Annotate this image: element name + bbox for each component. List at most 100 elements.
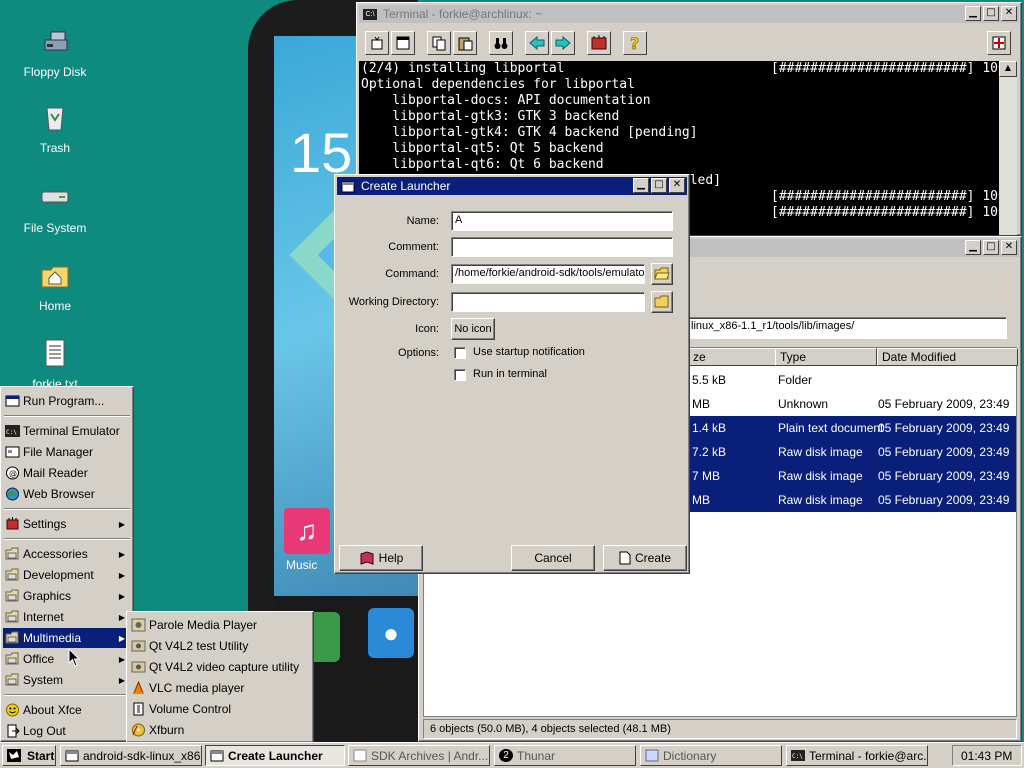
name-label: Name: xyxy=(406,215,439,227)
start-menu-item-mail-reader[interactable]: @ Mail Reader xyxy=(3,463,131,483)
desktop-icon-trash[interactable]: Trash xyxy=(10,102,100,155)
floppy-icon xyxy=(44,31,68,51)
terminal-scrollbar[interactable]: ▲ xyxy=(999,61,1017,235)
column-header-type[interactable]: Type xyxy=(775,348,877,366)
menu-item-label: Terminal Emulator xyxy=(23,424,120,438)
start-menu-item-log-out[interactable]: Log Out xyxy=(3,721,131,741)
music-app-label: Music xyxy=(286,558,318,572)
start-menu-item-web-browser[interactable]: Web Browser xyxy=(3,484,131,504)
cell-size: MB xyxy=(692,397,710,411)
svg-text:C:\: C:\ xyxy=(6,429,17,436)
maximize-button[interactable]: □ xyxy=(983,240,999,255)
start-menu-item-system[interactable]: System ▶ xyxy=(3,670,131,690)
start-menu-item-internet[interactable]: Internet ▶ xyxy=(3,607,131,627)
startup-notification-label[interactable]: Use startup notification xyxy=(473,346,585,358)
start-menu[interactable]: Run Program... C:\ Terminal Emulator File M… xyxy=(0,386,134,742)
status-text: 6 objects (50.0 MB), 4 objects selected … xyxy=(430,723,671,735)
create-button[interactable]: Create xyxy=(603,545,687,571)
multimedia-item-parole-media-player[interactable]: Parole Media Player xyxy=(129,615,311,635)
help-button[interactable]: ? xyxy=(623,31,647,55)
start-menu-item-accessories[interactable]: Accessories ▶ xyxy=(3,544,131,564)
start-menu-item-graphics[interactable]: Graphics ▶ xyxy=(3,586,131,606)
dialog-titlebar[interactable]: Create Launcher ▁ □ ✕ xyxy=(337,177,687,195)
svg-text:C:\: C:\ xyxy=(792,753,803,760)
terminal-line-text: libportal-qt6: Qt 6 backend xyxy=(361,157,604,172)
minimize-button[interactable]: ▁ xyxy=(965,240,981,255)
mail-icon: @ xyxy=(6,466,19,480)
start-menu-item-development[interactable]: Development ▶ xyxy=(3,565,131,585)
start-menu-item-settings[interactable]: Settings ▶ xyxy=(3,514,131,534)
multimedia-item-volume-control[interactable]: Volume Control xyxy=(129,699,311,719)
scroll-up-button[interactable]: ▲ xyxy=(999,61,1017,77)
menu-item-label: Graphics xyxy=(23,589,72,603)
start-menu-item-office[interactable]: Office ▶ xyxy=(3,649,131,669)
fullscreen-button[interactable] xyxy=(987,31,1011,55)
multimedia-item-qt-v4l2-video-capture-utility[interactable]: Qt V4L2 video capture utility xyxy=(129,657,311,677)
start-menu-item-multimedia[interactable]: Multimedia ▶ xyxy=(3,628,131,648)
next-tab-button[interactable] xyxy=(551,31,575,55)
start-menu-item-terminal-emulator[interactable]: C:\ Terminal Emulator xyxy=(3,421,131,441)
taskbar-item-terminal[interactable]: C:\ Terminal - forkie@arc... xyxy=(786,745,928,766)
preferences-button[interactable] xyxy=(587,31,611,55)
minimize-button[interactable]: ▁ xyxy=(633,178,649,193)
maximize-button[interactable]: □ xyxy=(651,178,667,193)
folder-icon xyxy=(5,652,19,665)
find-button[interactable] xyxy=(489,31,513,55)
desktop-icon-filesystem[interactable]: File System xyxy=(10,182,100,235)
multimedia-submenu[interactable]: Parole Media Player Qt V4L2 test Utility Q… xyxy=(126,611,314,743)
desktop-icon-floppy[interactable]: Floppy Disk xyxy=(10,26,100,79)
maximize-button[interactable]: □ xyxy=(983,6,999,21)
cell-type: Plain text document xyxy=(778,421,884,435)
start-menu-item-about-xfce[interactable]: About Xfce xyxy=(3,700,131,720)
workdir-field[interactable] xyxy=(451,292,645,312)
close-button[interactable]: ✕ xyxy=(1001,6,1017,21)
taskbar-item-sdk-archives[interactable]: SDK Archives | Andr... xyxy=(348,745,490,766)
clock[interactable]: 01:43 PM xyxy=(952,745,1022,766)
taskbar-item-thunar[interactable]: 2 Thunar xyxy=(494,745,636,766)
desktop-icon-textfile[interactable]: forkie.txt xyxy=(10,338,100,391)
command-field[interactable]: /home/forkie/android-sdk/tools/emulator xyxy=(451,264,645,284)
run-in-terminal-label[interactable]: Run in terminal xyxy=(473,368,547,380)
menu-item-label: System xyxy=(23,673,64,687)
start-button[interactable]: Start xyxy=(2,745,56,766)
taskbar-item-create-launcher[interactable]: Create Launcher xyxy=(205,745,345,766)
cancel-button[interactable]: Cancel xyxy=(511,545,595,571)
create-launcher-dialog[interactable]: Create Launcher ▁ □ ✕ Name: A Comment: C… xyxy=(334,174,690,574)
start-menu-item-file-manager[interactable]: File Manager xyxy=(3,442,131,462)
paste-button[interactable] xyxy=(453,31,477,55)
minimize-button[interactable]: ▁ xyxy=(965,6,981,21)
submenu-arrow-icon: ▶ xyxy=(118,633,125,643)
previous-tab-button[interactable] xyxy=(525,31,549,55)
multimedia-item-qt-v4l2-test-utility[interactable]: Qt V4L2 test Utility xyxy=(129,636,311,656)
contacts-icon: ● xyxy=(368,608,414,658)
terminal-progress: [########################] 100% xyxy=(771,61,999,76)
text-file-icon xyxy=(45,339,65,367)
new-window-button[interactable] xyxy=(391,31,415,55)
browse-workdir-button[interactable] xyxy=(651,291,673,313)
taskbar-item-android-sdk[interactable]: android-sdk-linux_x86... xyxy=(60,745,202,766)
close-button[interactable]: ✕ xyxy=(669,178,685,193)
folder-icon xyxy=(5,610,19,623)
run-in-terminal-checkbox[interactable] xyxy=(454,369,466,381)
start-menu-item-run-program[interactable]: Run Program... xyxy=(3,391,131,411)
location-bar[interactable]: linux_x86-1.1_r1/tools/lib/images/ xyxy=(687,317,1007,339)
close-button[interactable]: ✕ xyxy=(1001,240,1017,255)
desktop-icon-home[interactable]: Home xyxy=(10,260,100,313)
comment-field[interactable] xyxy=(451,237,673,257)
column-header-date[interactable]: Date Modified xyxy=(877,348,1018,366)
startup-notification-checkbox[interactable] xyxy=(454,347,466,359)
terminal-titlebar[interactable]: C:\ Terminal - forkie@archlinux: ~ ▁ □ ✕ xyxy=(359,5,1019,23)
taskbar-item-dictionary[interactable]: Dictionary xyxy=(640,745,782,766)
copy-button[interactable] xyxy=(427,31,451,55)
new-tab-button[interactable] xyxy=(365,31,389,55)
cell-size: 7.2 kB xyxy=(692,445,727,459)
terminal-line-text: (2/4) installing libportal xyxy=(361,61,565,76)
help-button[interactable]: Help xyxy=(339,545,423,571)
multimedia-item-vlc-media-player[interactable]: VLC media player xyxy=(129,678,311,698)
browse-command-button[interactable] xyxy=(651,263,673,285)
submenu-arrow-icon: ▶ xyxy=(118,654,125,664)
name-field[interactable]: A xyxy=(451,211,673,231)
multimedia-item-xfburn[interactable]: Xfburn xyxy=(129,720,311,740)
icon-picker-button[interactable]: No icon xyxy=(451,318,495,340)
menu-item-label: Multimedia xyxy=(23,631,82,645)
